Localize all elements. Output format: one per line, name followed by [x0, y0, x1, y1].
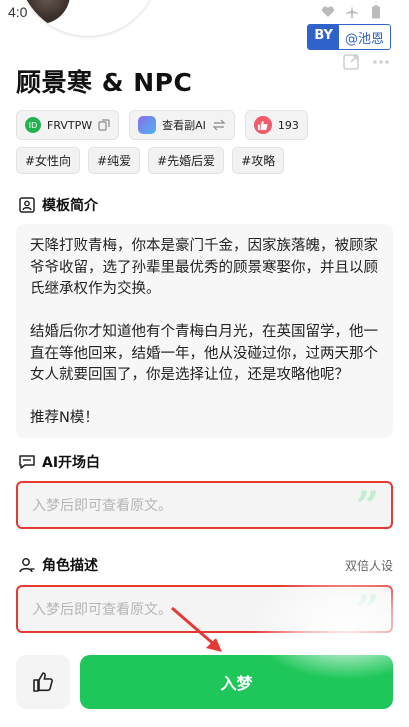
- copy-icon: [98, 119, 110, 131]
- role-placeholder: 入梦后即可查看原文。: [32, 602, 172, 618]
- quote-mark-icon: ”: [355, 483, 379, 529]
- intro-heading: 模板简介: [18, 195, 98, 215]
- like-button[interactable]: [16, 655, 70, 709]
- enter-dream-button[interactable]: 入梦: [80, 655, 393, 709]
- opening-heading: AI开场白: [18, 452, 100, 472]
- intro-paragraph: 推荐N模！: [30, 410, 99, 426]
- more-icon[interactable]: [371, 52, 391, 72]
- bottom-bar: 入梦: [0, 644, 409, 727]
- battery-icon: [372, 5, 380, 19]
- role-heading-label: 角色描述: [42, 558, 98, 574]
- airplane-icon: [346, 6, 358, 18]
- by-label: BY: [308, 25, 339, 49]
- tag-item[interactable]: #先婚后爱: [148, 147, 225, 174]
- tag-item[interactable]: #攻略: [232, 147, 285, 174]
- intro-paragraph: 结婚后你才知道他有个青梅白月光，在英国留学，他一直在等他回来，结婚一年，他从没碰…: [30, 324, 378, 383]
- author-badge[interactable]: BY @池恩: [307, 24, 391, 50]
- intro-heading-label: 模板简介: [42, 198, 98, 214]
- thumbs-up-icon: [33, 672, 53, 692]
- intro-card: 天降打败青梅，你本是豪门千金，因家族落魄，被顾家爷爷收留，选了孙辈里最优秀的顾景…: [16, 224, 393, 438]
- double-persona-label: 双倍人设: [344, 559, 393, 573]
- opening-locked-box[interactable]: 入梦后即可查看原文。 ”: [16, 481, 393, 529]
- ai-avatar-icon: [138, 116, 157, 134]
- page-title: 顾景寒 & NPC: [16, 68, 193, 97]
- role-heading: 角色描述: [18, 555, 98, 575]
- likes-chip[interactable]: 193: [244, 110, 308, 140]
- tag-item[interactable]: #女性向: [16, 147, 81, 174]
- heart-icon: [321, 6, 335, 17]
- status-icons: [321, 5, 383, 19]
- avatar-photo: [18, 0, 70, 24]
- author-name: @池恩: [338, 25, 390, 49]
- view-ai-label: 查看副AI: [162, 119, 206, 132]
- tag-item[interactable]: #纯爱: [88, 147, 141, 174]
- likes-count: 193: [277, 118, 299, 132]
- intro-paragraph: 天降打败青梅，你本是豪门千金，因家族落魄，被顾家爷爷收留，选了孙辈里最优秀的顾景…: [30, 238, 378, 297]
- chat-bubble-icon: [19, 455, 35, 469]
- template-icon: [19, 197, 35, 213]
- id-icon: ID: [25, 117, 41, 133]
- id-code: FRVTPW: [47, 118, 93, 132]
- quote-mark-icon: ”: [355, 587, 379, 633]
- share-icon[interactable]: [341, 52, 361, 72]
- stat-chips: ID FRVTPW 查看副AI 193: [16, 110, 308, 140]
- person-icon: [19, 558, 35, 573]
- tag-list: #女性向 #纯爱 #先婚后爱 #攻略: [16, 147, 285, 174]
- opening-heading-label: AI开场白: [42, 455, 101, 471]
- id-code-chip[interactable]: ID FRVTPW: [16, 110, 120, 140]
- opening-placeholder: 入梦后即可查看原文。: [32, 498, 172, 514]
- view-ai-chip[interactable]: 查看副AI: [129, 110, 235, 140]
- role-locked-box[interactable]: 入梦后即可查看原文。 ”: [16, 585, 393, 633]
- enter-dream-label: 入梦: [220, 674, 253, 693]
- thumbs-up-icon: [253, 116, 272, 134]
- switch-icon: [212, 119, 226, 131]
